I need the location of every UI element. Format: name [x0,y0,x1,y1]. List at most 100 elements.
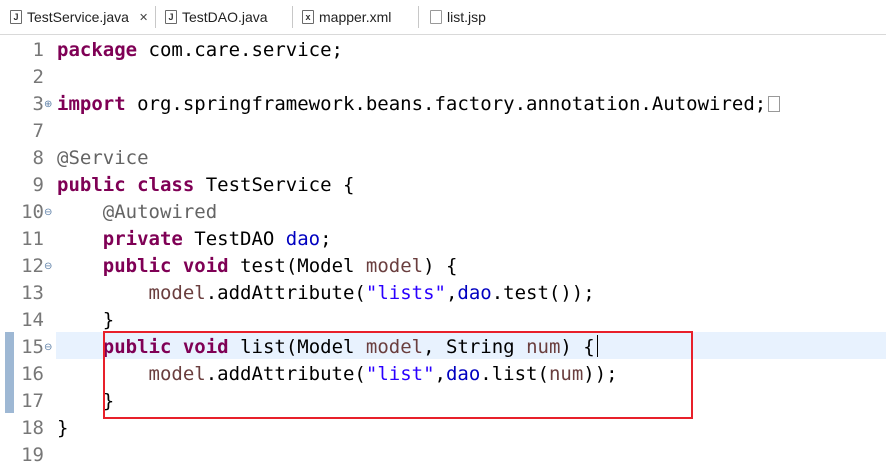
line-number: 18 [21,417,44,439]
line-number: 15 [21,336,44,358]
tab-mapper-xml[interactable]: x mapper.xml [302,0,391,34]
code-line[interactable]: 9 public class TestService { [0,172,886,199]
code-token: package [57,39,138,61]
code-token: "list" [365,363,435,385]
code-token: list(Model [228,336,366,358]
code-line[interactable]: 15 ⊖ public void list(Model model, String… [0,334,886,361]
line-number: 10 [21,201,44,223]
code-text: public class TestService { [57,172,354,199]
code-token: dao [285,228,321,250]
code-line[interactable]: 11 private TestDAO dao; [0,226,886,253]
line-number: 14 [21,309,44,331]
code-line[interactable]: 7 [0,118,886,145]
code-token: TestDAO [182,228,286,250]
code-line[interactable]: 1 package com.care.service; [0,37,886,64]
tab-testdao-java[interactable]: J TestDAO.java [165,0,268,34]
text-caret [596,335,598,357]
tab-divider [155,6,156,28]
code-token: void [182,336,229,358]
code-text: @Service [57,145,149,172]
code-line[interactable]: 10 ⊖ @Autowired [0,199,886,226]
code-token: .list( [480,363,549,385]
code-line[interactable]: 14 } [0,307,886,334]
code-line[interactable]: 8 @Service [0,145,886,172]
line-number: 8 [32,147,44,169]
code-token: , String [423,336,527,358]
java-file-icon: J [10,10,22,24]
code-token: dao [457,282,492,304]
code-text: package com.care.service; [57,37,343,64]
code-token: model [148,363,206,385]
jsp-file-icon [430,10,442,24]
code-token: model [365,255,424,277]
folded-imports-icon[interactable] [768,96,781,112]
code-line[interactable]: 2 [0,64,886,91]
line-number: 13 [21,282,44,304]
code-line[interactable]: 13 model.addAttribute("lists",dao.test()… [0,280,886,307]
code-token: .addAttribute( [205,363,366,385]
code-token: test(Model [228,255,366,277]
line-number: 12 [21,255,44,277]
code-token: } [57,390,115,412]
code-line[interactable]: 3 ⊕ import org.springframework.beans.facto… [0,91,886,118]
code-line[interactable]: 16 model.addAttribute("list",dao.list(nu… [0,361,886,388]
code-text: public void test(Model model) { [57,253,458,280]
tab-label: TestService.java [27,9,129,25]
tab-label: mapper.xml [319,9,392,25]
code-line[interactable]: 19 [0,442,886,469]
collapse-fold-icon[interactable]: ⊖ [44,334,52,361]
line-number: 19 [21,444,44,466]
code-text: @Autowired [57,199,217,226]
code-token: @Autowired [102,201,218,223]
expand-fold-icon[interactable]: ⊕ [44,91,52,118]
line-number: 17 [21,390,44,412]
tab-list-jsp[interactable]: list.jsp [430,0,486,34]
code-token: public [102,255,172,277]
line-number: 3 [32,93,44,115]
code-text: } [57,388,114,415]
code-text: private TestDAO dao; [57,226,332,253]
code-token: , [434,363,446,385]
editor-tab-bar: J TestService.java ✕ J TestDAO.java x ma… [0,0,886,35]
code-token: com.care.service; [137,39,343,61]
tab-divider [418,6,419,28]
tab-label: TestDAO.java [182,9,268,25]
xml-file-icon: x [302,10,314,24]
code-token: model [148,282,206,304]
close-icon[interactable]: ✕ [139,11,148,24]
collapse-fold-icon[interactable]: ⊖ [44,199,52,226]
code-token: )); [583,363,618,385]
collapse-fold-icon[interactable]: ⊖ [44,253,52,280]
line-number: 11 [21,228,44,250]
code-token: dao [445,363,481,385]
code-line[interactable]: 12 ⊖ public void test(Model model) { [0,253,886,280]
code-token: public [102,336,172,358]
code-token: ; [320,228,332,250]
code-token: .addAttribute( [205,282,366,304]
tab-label: list.jsp [447,9,486,25]
java-file-icon: J [165,10,177,24]
code-editor[interactable]: 1 package com.care.service; 2 3 ⊕ import org.… [0,35,886,470]
code-token: .test()); [491,282,595,304]
code-text: } [57,415,68,442]
tab-testservice-java[interactable]: J TestService.java ✕ [10,0,149,34]
code-token: ) { [560,336,595,358]
code-token: TestService { [194,174,355,196]
line-number: 9 [32,174,44,196]
code-token: private [102,228,183,250]
code-token: , [445,282,458,304]
code-line[interactable]: 18} [0,415,886,442]
code-text: model.addAttribute("list",dao.list(num))… [57,361,618,388]
code-line[interactable]: 17 } [0,388,886,415]
code-token: model [365,336,424,358]
code-token: class [137,174,195,196]
